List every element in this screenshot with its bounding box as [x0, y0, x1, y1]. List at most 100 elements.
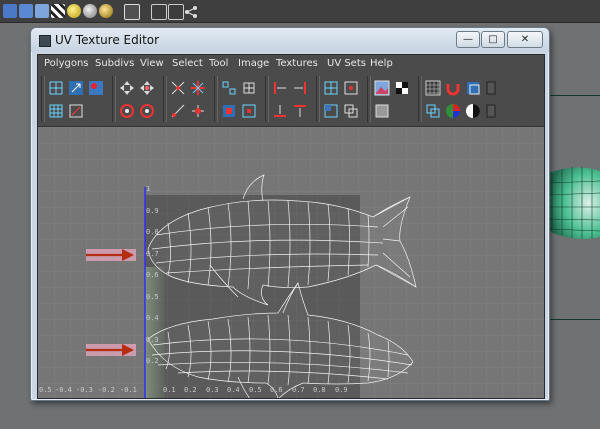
v-axis-label: 0.9 — [146, 207, 159, 215]
cube-outline-icon[interactable] — [151, 4, 167, 20]
menu-polygons[interactable]: Polygons — [44, 58, 89, 69]
menu-view[interactable]: View — [140, 58, 164, 69]
u-axis-label: 0.8 — [313, 386, 326, 394]
uv-lattice-icon[interactable] — [48, 80, 64, 96]
v-axis-label: 1 — [146, 185, 151, 193]
toolbar-separator — [41, 76, 45, 122]
menu-help[interactable]: Help — [370, 58, 393, 69]
polygon-cube-icon[interactable] — [3, 4, 17, 18]
maya-status-line — [0, 0, 600, 23]
toolbar — [38, 74, 544, 127]
cycle-uv-icon[interactable] — [221, 103, 237, 119]
image-display-icon[interactable] — [374, 80, 390, 96]
select-shell-icon[interactable] — [343, 80, 359, 96]
rgb-channel-icon[interactable] — [445, 103, 461, 119]
alpha-channel-icon[interactable] — [465, 103, 481, 119]
maya-app-icon — [39, 35, 51, 47]
move-uv-shell-icon[interactable] — [68, 80, 84, 96]
grid-uv-icon[interactable] — [323, 80, 339, 96]
u-axis-label: 0.9 — [335, 386, 348, 394]
duplicate-icon[interactable] — [168, 4, 184, 20]
snap-uv-icon[interactable] — [241, 103, 257, 119]
editor-client-area: Polygons Subdivs View Select Tool Image … — [37, 54, 545, 399]
isolate-icon[interactable] — [465, 80, 481, 96]
uv-editor-viewport[interactable]: 1 0.9 0.8 0.7 0.6 0.5 0.4 0.3 0.2 0.5 -0… — [38, 127, 544, 398]
pixel-snap-icon[interactable] — [425, 103, 441, 119]
uv-grid-canvas[interactable] — [38, 127, 544, 398]
v-axis-label: 0.3 — [146, 336, 159, 344]
merge-uv-icon[interactable] — [190, 103, 206, 119]
toolbar-separator — [367, 76, 371, 122]
stitch-icon[interactable] — [170, 103, 186, 119]
u-axis-label: 0.2 — [184, 386, 197, 394]
checker-toggle-icon[interactable] — [394, 80, 410, 96]
close-button[interactable]: ✕ — [507, 31, 543, 48]
uv-texture-editor-window[interactable]: UV Texture Editor — □ ✕ Polygons Subdivs… — [30, 27, 550, 401]
u-axis-label: 0.5 — [249, 386, 262, 394]
cube-wire-icon[interactable] — [35, 4, 49, 18]
toggle-grid-icon[interactable] — [425, 80, 441, 96]
smudge-uv-icon[interactable] — [88, 80, 104, 96]
checker-icon[interactable] — [51, 4, 65, 18]
v-axis-label: 0.2 — [146, 357, 159, 365]
u-axis-label: 0.7 — [292, 386, 305, 394]
wire-line — [548, 319, 600, 320]
wire-line — [548, 95, 600, 96]
minimize-button[interactable]: — — [456, 31, 480, 48]
align-max-u-icon[interactable] — [292, 80, 308, 96]
shader-sphere-icon[interactable] — [99, 4, 113, 18]
u-axis-label: -0.3 — [76, 386, 93, 394]
rotate-cw-icon[interactable] — [139, 103, 155, 119]
v-axis-label: 0.6 — [146, 271, 159, 279]
align-min-v-icon[interactable] — [272, 103, 288, 119]
layout-uv-icon[interactable] — [221, 80, 237, 96]
u-axis-label: 0.4 — [227, 386, 240, 394]
material-sphere-icon[interactable] — [83, 4, 97, 18]
v-axis-label: 0.5 — [146, 293, 159, 301]
u-axis-label: 0.5 — [39, 386, 52, 394]
u-axis-label: 0.6 — [270, 386, 283, 394]
menu-image[interactable]: Image — [238, 58, 269, 69]
toolbar-separator — [265, 76, 269, 122]
v-axis-label: 0.8 — [146, 228, 159, 236]
cube-shaded-icon[interactable] — [19, 4, 33, 18]
v-axis-label: 0.7 — [146, 250, 159, 258]
toolbar-overflow-icon[interactable] — [485, 103, 497, 119]
u-axis-label: -0.2 — [98, 386, 115, 394]
menu-subdivs[interactable]: Subdivs — [95, 58, 134, 69]
maximize-button[interactable]: □ — [481, 31, 505, 48]
shell-border-icon[interactable] — [323, 103, 339, 119]
flip-u-icon[interactable] — [119, 80, 135, 96]
select-icon[interactable] — [124, 4, 140, 20]
window-title: UV Texture Editor — [55, 33, 160, 47]
align-min-u-icon[interactable] — [272, 80, 288, 96]
toolbar-overflow-icon[interactable] — [485, 80, 497, 96]
cut-uv-icon[interactable] — [68, 103, 84, 119]
shell-copy-icon[interactable] — [343, 103, 359, 119]
toolbar-separator — [112, 76, 116, 122]
share-node-icon[interactable] — [184, 4, 198, 18]
u-axis-label: -0.4 — [55, 386, 72, 394]
uv-grid-icon[interactable] — [48, 103, 64, 119]
toolbar-separator — [163, 76, 167, 122]
dim-image-icon[interactable] — [374, 103, 390, 119]
u-axis-label: -0.1 — [120, 386, 137, 394]
rotate-ccw-icon[interactable] — [119, 103, 135, 119]
split-uv-icon[interactable] — [190, 80, 206, 96]
title-bar[interactable]: UV Texture Editor — □ ✕ — [31, 28, 549, 52]
v-axis-label: 0.4 — [146, 314, 159, 322]
u-axis-label: 0.3 — [206, 386, 219, 394]
menu-bar: Polygons Subdivs View Select Tool Image … — [38, 55, 544, 73]
toolbar-separator — [214, 76, 218, 122]
flip-v-icon[interactable] — [139, 80, 155, 96]
light-sphere-icon[interactable] — [67, 4, 81, 18]
snap-magnet-icon[interactable] — [445, 80, 461, 96]
menu-uv-sets[interactable]: UV Sets — [327, 58, 366, 69]
u-axis-label: 0.1 — [163, 386, 176, 394]
menu-tool[interactable]: Tool — [209, 58, 228, 69]
align-max-v-icon[interactable] — [292, 103, 308, 119]
menu-textures[interactable]: Textures — [276, 58, 318, 69]
menu-select[interactable]: Select — [172, 58, 203, 69]
sew-uv-icon[interactable] — [170, 80, 186, 96]
unfold-uv-icon[interactable] — [241, 80, 257, 96]
